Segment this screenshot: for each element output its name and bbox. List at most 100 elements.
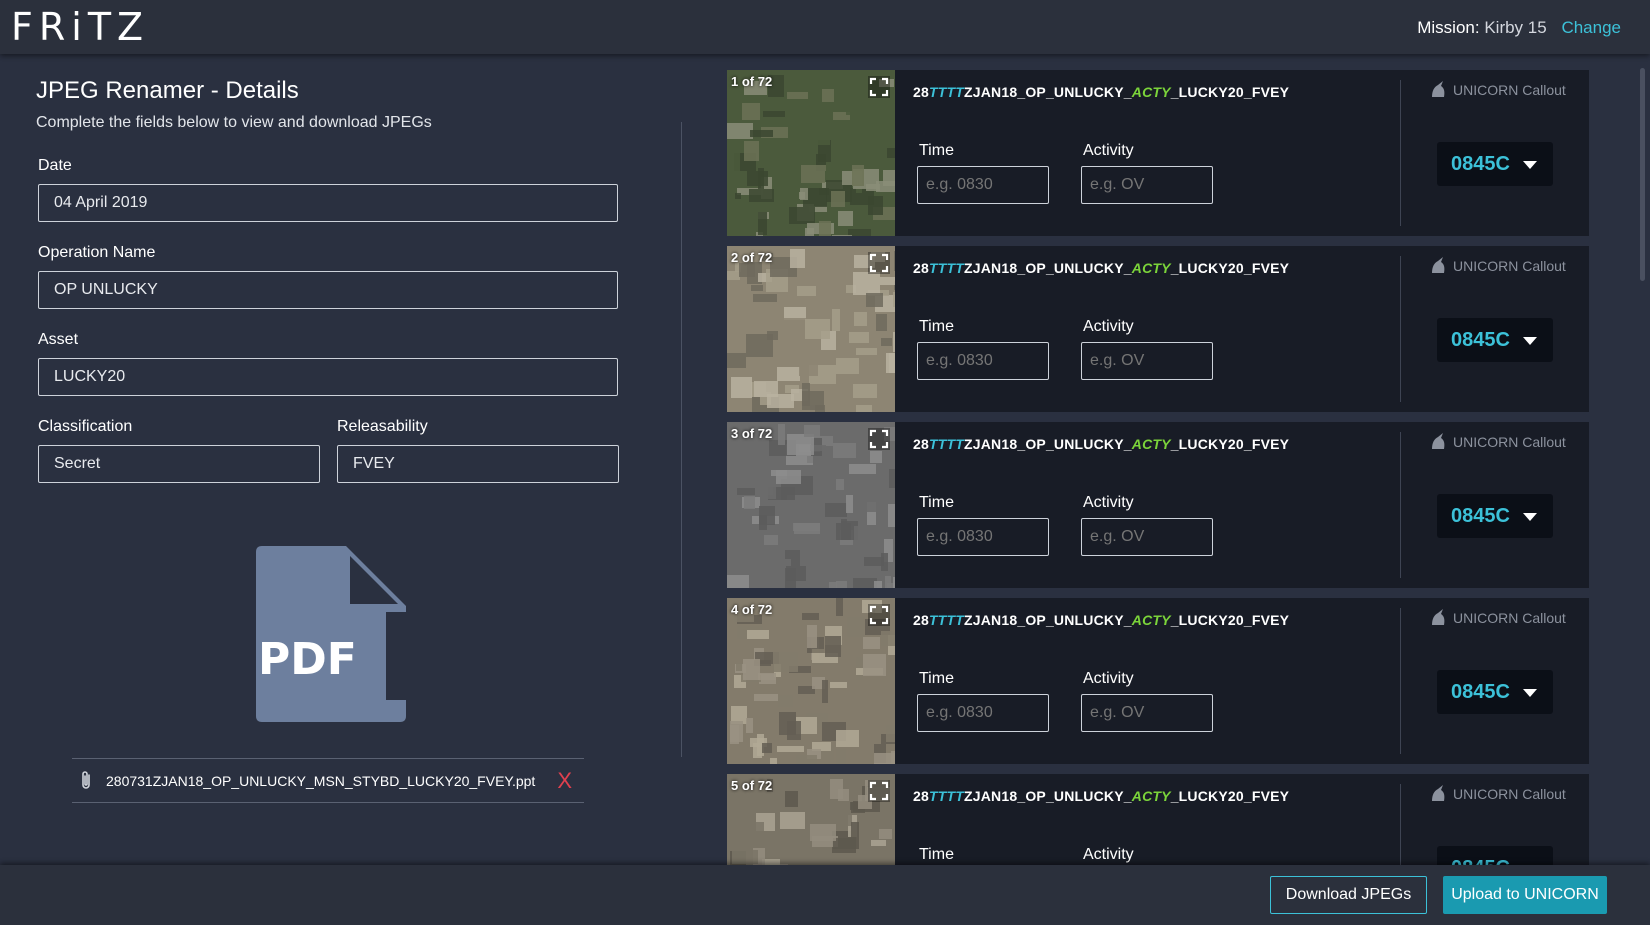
filename-time-token: TTTT	[928, 612, 964, 628]
callout-code-dropdown[interactable]: 0845C	[1437, 846, 1553, 865]
remove-file-button[interactable]: X	[557, 768, 572, 794]
callout-code-value: 0845C	[1451, 153, 1510, 175]
callout-label: UNICORN Callout	[1453, 786, 1566, 802]
scrollbar-thumb[interactable]	[1640, 68, 1645, 281]
image-card: 5 of 72 28TTTTZJAN18_OP_UNLUCKY_ACTY_LUCK…	[727, 774, 1589, 865]
date-label: Date	[38, 157, 72, 174]
fritz-logo[interactable]: FRiTZ	[11, 4, 149, 50]
time-label: Time	[919, 670, 954, 687]
aerial-image-thumbnail[interactable]: 2 of 72	[727, 246, 895, 412]
activity-input[interactable]	[1081, 166, 1213, 204]
operation-name-field[interactable]	[38, 271, 618, 309]
filename-prefix: 28	[913, 436, 929, 452]
time-input[interactable]	[917, 518, 1049, 556]
download-jpegs-button[interactable]: Download JPEGs	[1270, 876, 1427, 914]
releasability-field[interactable]	[337, 445, 619, 483]
time-input[interactable]	[917, 694, 1049, 732]
aerial-image-thumbnail[interactable]: 3 of 72	[727, 422, 895, 588]
filename-suffix: _LUCKY20_FVEY	[1170, 788, 1290, 804]
filename-suffix: _LUCKY20_FVEY	[1170, 436, 1290, 452]
time-input[interactable]	[917, 342, 1049, 380]
asset-field[interactable]	[38, 358, 618, 396]
time-label: Time	[919, 142, 954, 159]
upload-to-unicorn-button[interactable]: Upload to UNICORN	[1443, 876, 1607, 914]
aerial-image-thumbnail[interactable]: 5 of 72	[727, 774, 895, 865]
attached-file-name: 280731ZJAN18_OP_UNLUCKY_MSN_STYBD_LUCKY2…	[106, 773, 536, 789]
activity-input[interactable]	[1081, 518, 1213, 556]
callout-code-dropdown[interactable]: 0845C	[1437, 494, 1553, 538]
image-card: 3 of 72 28TTTTZJAN18_OP_UNLUCKY_ACTY_LUCK…	[727, 422, 1589, 588]
callout-label: UNICORN Callout	[1453, 258, 1566, 274]
paperclip-icon	[78, 770, 94, 797]
filename-prefix: 28	[913, 788, 929, 804]
aerial-image-thumbnail[interactable]: 1 of 72	[727, 70, 895, 236]
image-counter: 2 of 72	[731, 250, 773, 265]
filename-activity-token: ACTY	[1131, 84, 1171, 100]
filename-suffix: _LUCKY20_FVEY	[1170, 260, 1290, 276]
date-field[interactable]	[38, 184, 618, 222]
aerial-image-thumbnail[interactable]: 4 of 72	[727, 598, 895, 764]
unicorn-icon	[1429, 608, 1447, 629]
image-counter: 3 of 72	[731, 426, 773, 441]
expand-icon[interactable]	[868, 780, 890, 802]
card-divider	[1400, 784, 1401, 865]
expand-icon[interactable]	[868, 428, 890, 450]
pdf-file-icon[interactable]: PDF	[256, 546, 408, 722]
time-label: Time	[919, 318, 954, 335]
unicorn-callout: UNICORN Callout	[1429, 608, 1566, 629]
filename-middle: ZJAN18_OP_UNLUCKY_	[964, 84, 1132, 100]
callout-label: UNICORN Callout	[1453, 610, 1566, 626]
operation-name-label: Operation Name	[38, 244, 156, 261]
asset-label: Asset	[38, 331, 79, 348]
pdf-icon-label: PDF	[258, 634, 357, 685]
time-label: Time	[919, 846, 954, 863]
filename-activity-token: ACTY	[1131, 612, 1171, 628]
callout-label: UNICORN Callout	[1453, 82, 1566, 98]
mission-indicator: Mission: Kirby 15 Change	[1417, 18, 1621, 38]
image-card-list[interactable]: 1 of 72 28TTTTZJAN18_OP_UNLUCKY_ACTY_LUCK…	[727, 70, 1589, 865]
filename-activity-token: ACTY	[1131, 788, 1171, 804]
filename-activity-token: ACTY	[1131, 260, 1171, 276]
generated-filename: 28TTTTZJAN18_OP_UNLUCKY_ACTY_LUCKY20_FVE…	[913, 612, 1289, 628]
unicorn-callout: UNICORN Callout	[1429, 257, 1566, 274]
classification-field[interactable]	[38, 445, 320, 483]
caret-down-icon	[1523, 513, 1537, 521]
generated-filename: 28TTTTZJAN18_OP_UNLUCKY_ACTY_LUCKY20_FVE…	[913, 260, 1289, 276]
time-input[interactable]	[917, 166, 1049, 204]
activity-label: Activity	[1083, 670, 1134, 687]
caret-down-icon	[1523, 689, 1537, 697]
callout-code-dropdown[interactable]: 0845C	[1437, 318, 1553, 362]
activity-input[interactable]	[1081, 694, 1213, 732]
unicorn-callout: UNICORN Callout	[1429, 80, 1566, 101]
filename-suffix: _LUCKY20_FVEY	[1170, 612, 1290, 628]
callout-code-dropdown[interactable]: 0845C	[1437, 142, 1553, 186]
callout-code-value: 0845C	[1451, 505, 1510, 527]
mission-label: Mission:	[1417, 18, 1480, 37]
page-subtitle: Complete the fields below to view and do…	[36, 114, 432, 131]
activity-label: Activity	[1083, 142, 1134, 159]
page-title: JPEG Renamer - Details	[36, 77, 299, 104]
unicorn-icon	[1429, 80, 1447, 101]
image-counter: 4 of 72	[731, 602, 773, 617]
filename-time-token: TTTT	[928, 788, 964, 804]
generated-filename: 28TTTTZJAN18_OP_UNLUCKY_ACTY_LUCKY20_FVE…	[913, 84, 1289, 100]
callout-code-dropdown[interactable]: 0845C	[1437, 670, 1553, 714]
change-mission-link[interactable]: Change	[1561, 18, 1621, 37]
caret-down-icon	[1523, 161, 1537, 169]
card-divider	[1400, 80, 1401, 226]
expand-icon[interactable]	[868, 76, 890, 98]
image-counter: 1 of 72	[731, 74, 773, 89]
callout-code-value: 0845C	[1451, 329, 1510, 351]
activity-label: Activity	[1083, 846, 1134, 863]
filename-prefix: 28	[913, 260, 929, 276]
expand-icon[interactable]	[868, 252, 890, 274]
expand-icon[interactable]	[868, 604, 890, 626]
unicorn-callout: UNICORN Callout	[1429, 785, 1566, 802]
filename-prefix: 28	[913, 84, 929, 100]
filename-time-token: TTTT	[928, 436, 964, 452]
attached-file-row: 280731ZJAN18_OP_UNLUCKY_MSN_STYBD_LUCKY2…	[72, 758, 584, 803]
panel-divider	[681, 122, 682, 757]
activity-input[interactable]	[1081, 342, 1213, 380]
unicorn-callout: UNICORN Callout	[1429, 433, 1566, 450]
top-bar: FRiTZ Mission: Kirby 15 Change	[0, 0, 1650, 54]
